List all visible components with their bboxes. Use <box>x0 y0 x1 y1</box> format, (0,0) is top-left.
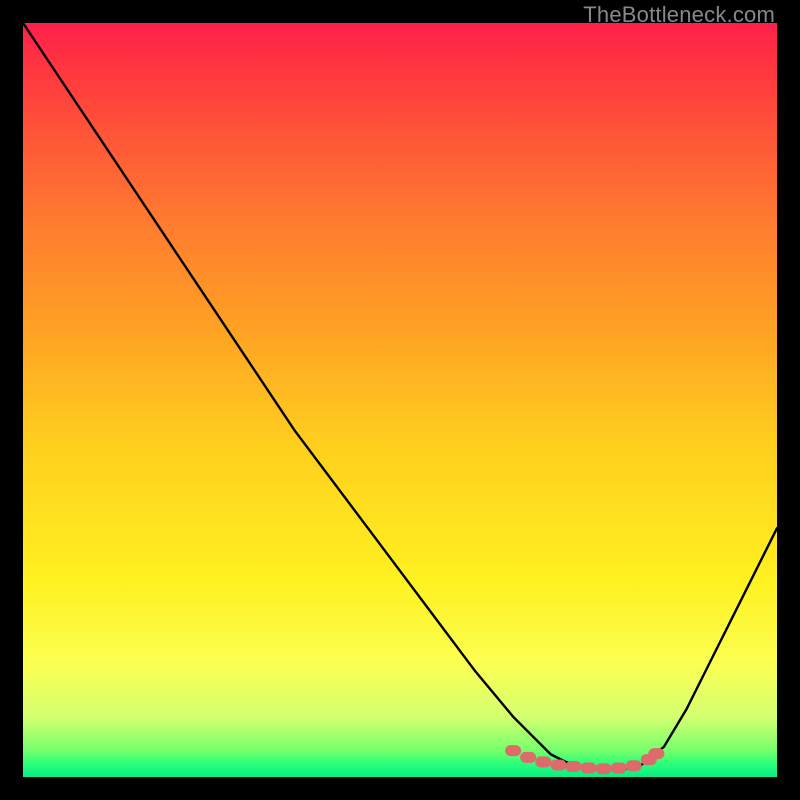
optimal-markers <box>505 745 664 774</box>
watermark-text: TheBottleneck.com <box>583 2 775 28</box>
optimal-marker <box>626 760 642 771</box>
optimal-marker <box>611 762 627 773</box>
optimal-marker <box>520 752 536 763</box>
chart-svg <box>23 23 777 777</box>
optimal-marker <box>550 759 566 770</box>
optimal-marker <box>565 761 581 772</box>
bottleneck-curve <box>23 23 777 769</box>
optimal-marker <box>596 763 612 774</box>
optimal-marker <box>581 762 597 773</box>
optimal-marker <box>648 748 664 759</box>
plot-area <box>23 23 777 777</box>
optimal-marker <box>505 745 521 756</box>
curve-layer <box>23 23 777 769</box>
chart-frame: TheBottleneck.com <box>0 0 800 800</box>
optimal-marker <box>535 756 551 767</box>
